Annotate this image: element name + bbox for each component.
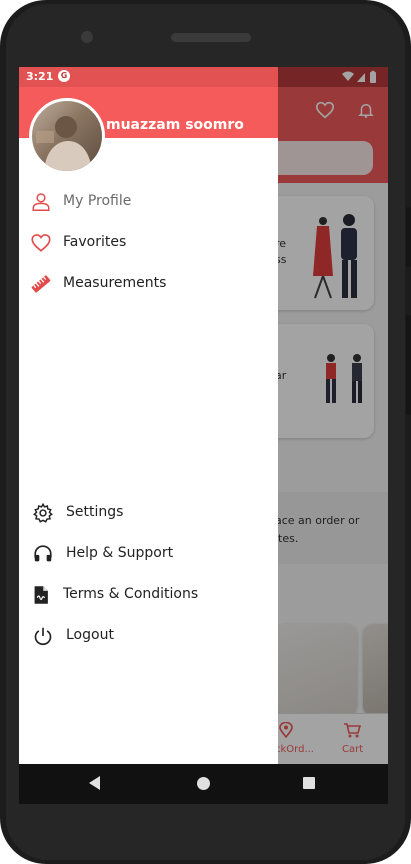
menu-item-my-profile[interactable]: My Profile [19,184,278,220]
menu-label-favorites: Favorites [63,234,127,250]
device-screen: 3:21 G re ss [19,67,388,764]
volume-side-button [406,315,411,415]
system-navigation-bar [19,764,388,804]
home-icon[interactable] [197,777,210,790]
avatar-photo [36,116,92,171]
headphones-icon [34,545,52,562]
recent-apps-icon[interactable] [303,777,315,789]
menu-label-help-support: Help & Support [66,545,174,561]
ruler-icon [31,275,51,293]
front-camera [81,31,93,43]
menu-label-measurements: Measurements [63,275,167,291]
drawer-status-g-icon: G [58,70,70,82]
navigation-drawer: 3:21 G muazzam soomro My Profile Favorit… [19,67,278,764]
drawer-status-strip: 3:21 G [19,67,278,87]
document-icon [34,586,48,604]
person-icon [32,193,50,211]
menu-item-logout[interactable]: Logout [19,618,278,654]
menu-item-settings[interactable]: Settings [19,495,278,531]
gear-icon [33,502,53,523]
power-icon [34,627,52,646]
drawer-status-time: 3:21 [26,70,54,83]
menu-label-settings: Settings [66,504,124,520]
heart-icon [31,234,51,252]
menu-item-favorites[interactable]: Favorites [19,225,278,261]
back-icon[interactable] [89,776,100,790]
menu-label-terms-conditions: Terms & Conditions [63,586,199,602]
menu-item-help-support[interactable]: Help & Support [19,536,278,572]
earpiece-speaker [171,33,251,42]
drawer-username: muazzam soomro [106,117,244,133]
menu-item-measurements[interactable]: Measurements [19,266,278,302]
power-side-button [406,207,411,267]
menu-item-terms-conditions[interactable]: Terms & Conditions [19,577,278,613]
menu-label-logout: Logout [66,627,114,643]
menu-label-my-profile: My Profile [63,193,132,209]
avatar[interactable] [29,98,105,174]
